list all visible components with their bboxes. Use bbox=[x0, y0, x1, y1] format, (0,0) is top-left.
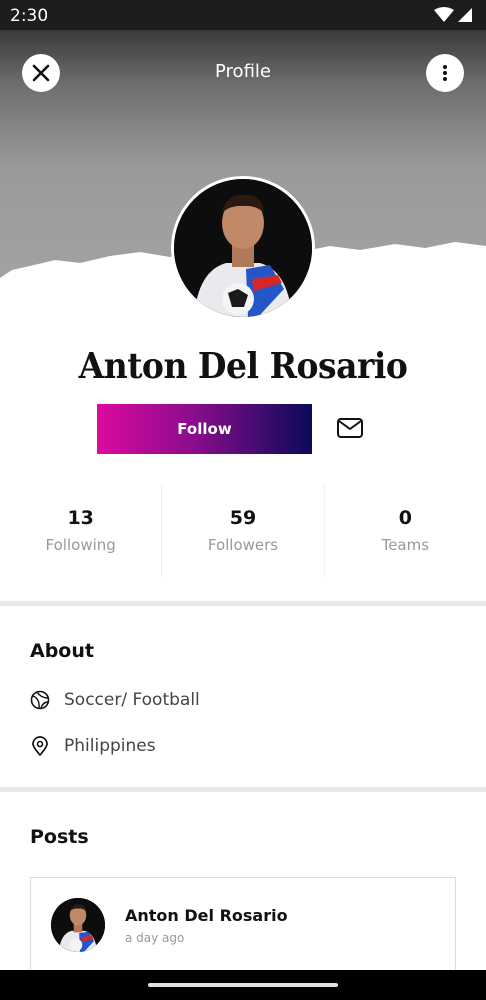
status-time: 2:30 bbox=[10, 6, 49, 26]
stat-value: 59 bbox=[229, 507, 257, 529]
status-bar: 2:30 bbox=[0, 0, 486, 30]
stat-label: Following bbox=[45, 536, 116, 554]
about-location-label: Philippines bbox=[64, 736, 156, 756]
signal-icon bbox=[458, 8, 472, 22]
more-vertical-icon bbox=[443, 65, 447, 81]
about-sport-label: Soccer/ Football bbox=[64, 690, 200, 710]
status-icons bbox=[434, 7, 472, 23]
section-divider bbox=[0, 601, 486, 606]
message-button[interactable] bbox=[336, 414, 364, 442]
stat-value: 13 bbox=[67, 507, 94, 529]
stat-teams[interactable]: 0 Teams bbox=[323, 485, 486, 577]
posts-heading: Posts bbox=[30, 826, 89, 848]
wifi-icon bbox=[434, 7, 454, 22]
post-author-name[interactable]: Anton Del Rosario bbox=[125, 906, 288, 925]
stat-followers[interactable]: 59 Followers bbox=[161, 485, 323, 577]
section-divider bbox=[0, 787, 486, 792]
more-options-button[interactable] bbox=[426, 54, 464, 92]
location-pin-icon bbox=[32, 736, 48, 756]
post-author-avatar[interactable] bbox=[51, 898, 105, 952]
about-location: Philippines bbox=[30, 736, 156, 756]
avatar-photo bbox=[174, 179, 312, 317]
profile-stats: 13 Following 59 Followers 0 Teams bbox=[0, 485, 486, 577]
about-sport: Soccer/ Football bbox=[30, 690, 200, 710]
stat-label: Teams bbox=[381, 536, 430, 554]
follow-button[interactable]: Follow bbox=[97, 404, 312, 454]
soccer-ball-icon bbox=[30, 690, 50, 710]
profile-avatar[interactable] bbox=[171, 176, 315, 320]
avatar-photo bbox=[51, 898, 105, 952]
page-title: Profile bbox=[215, 61, 271, 82]
navigation-bar bbox=[0, 970, 486, 1000]
stat-label: Followers bbox=[207, 536, 279, 554]
mail-icon bbox=[337, 418, 363, 438]
stat-value: 0 bbox=[398, 507, 412, 529]
stat-following[interactable]: 13 Following bbox=[0, 485, 161, 577]
profile-name: Anton Del Rosario bbox=[78, 344, 408, 387]
about-heading: About bbox=[30, 640, 94, 662]
home-gesture-handle[interactable] bbox=[148, 983, 338, 987]
post-timestamp: a day ago bbox=[125, 931, 185, 945]
